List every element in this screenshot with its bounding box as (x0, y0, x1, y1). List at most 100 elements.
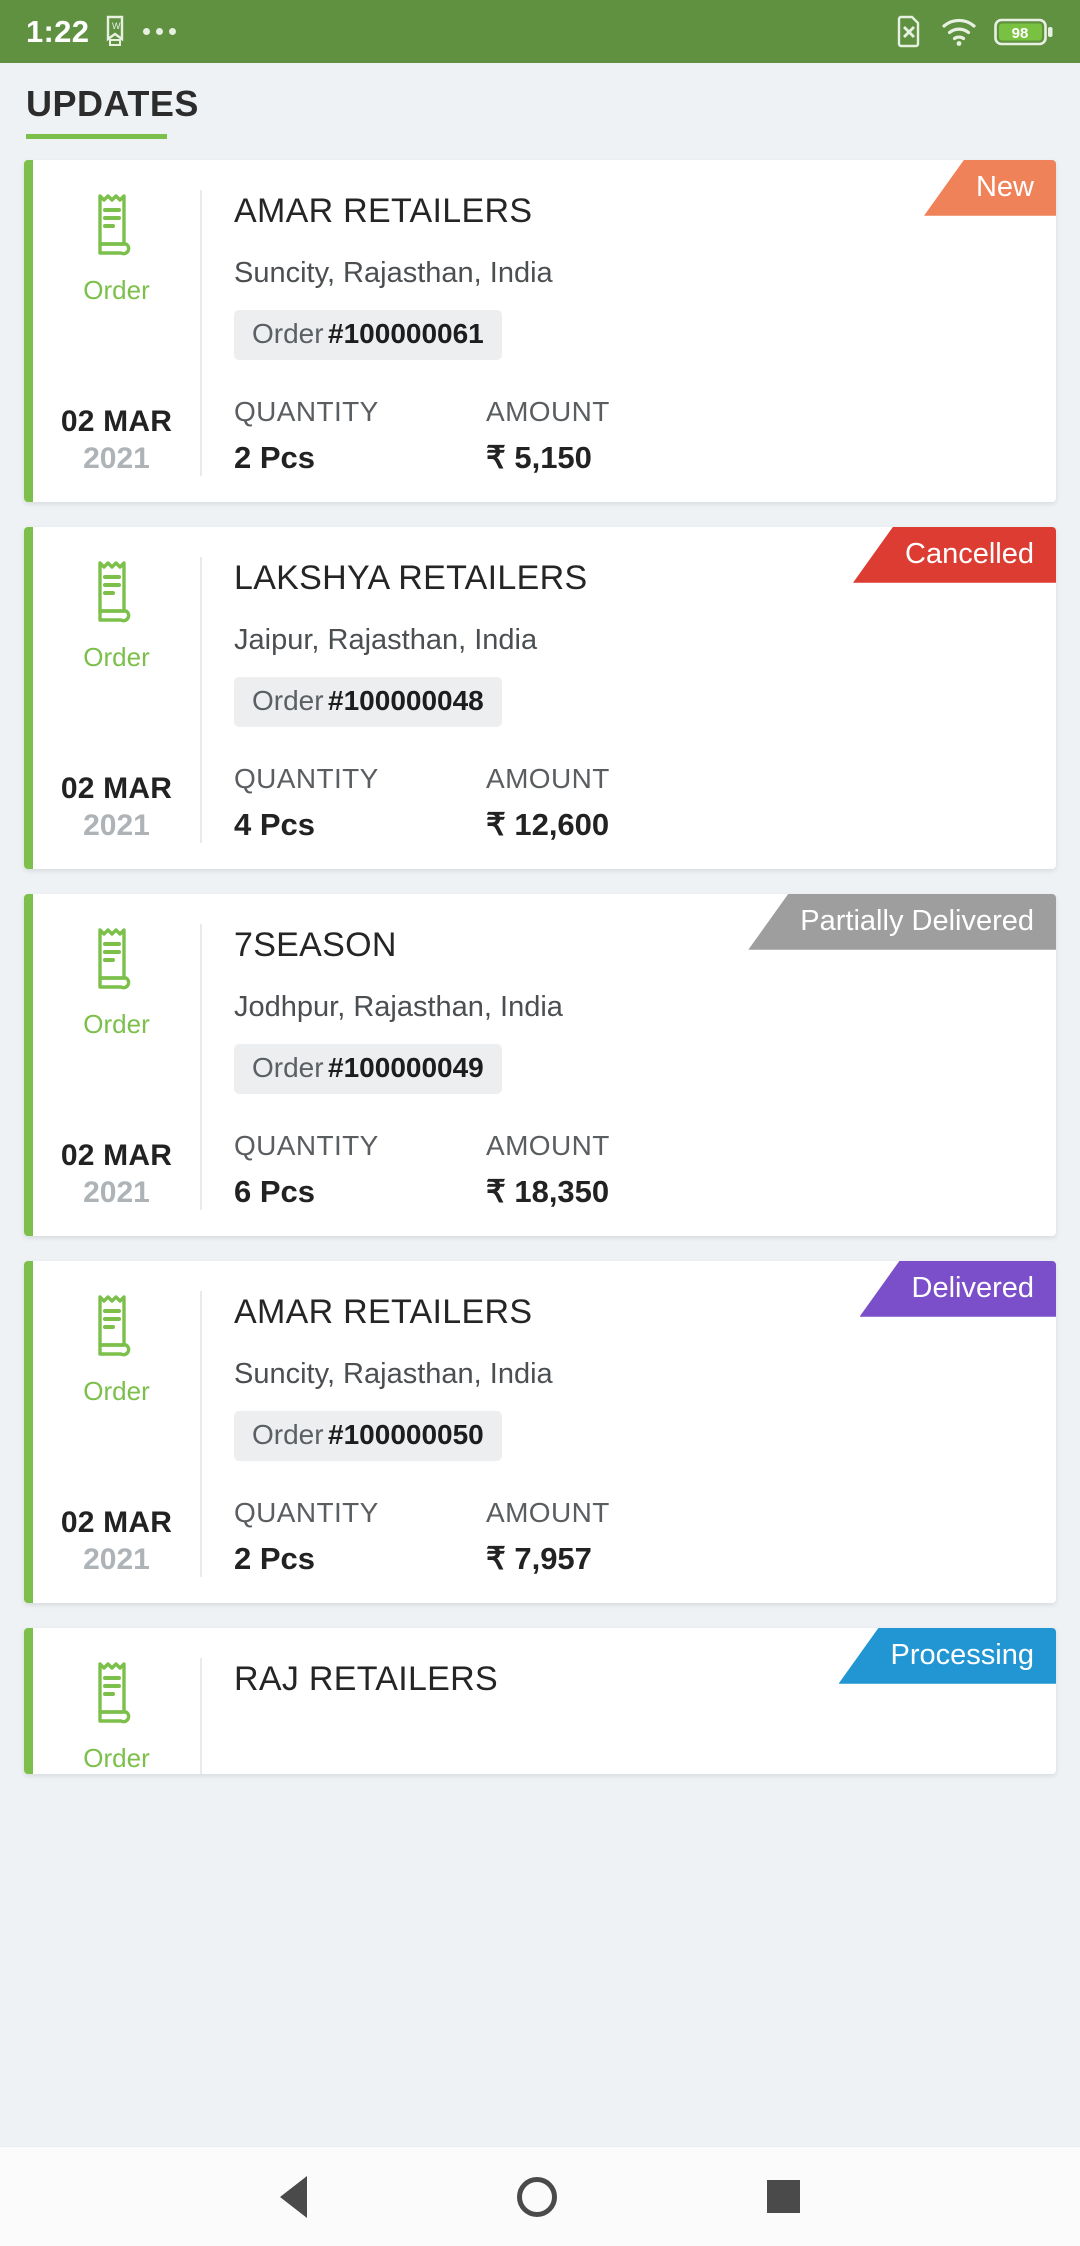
card-accent-bar (24, 1627, 33, 1774)
order-date: 02 MAR 2021 (61, 1089, 172, 1210)
quantity-metric: QUANTITY 2 Pcs (234, 396, 486, 476)
order-card[interactable]: Processing Order RAJ RETAILERS (24, 1627, 1056, 1774)
amount-label: AMOUNT (486, 395, 610, 427)
battery-level: 98 (1012, 25, 1029, 42)
shop-address: Jaipur, Rajasthan, India (234, 623, 538, 656)
scroll-area[interactable]: UPDATES New Order 02 MAR 2021 AMAR RETAI… (0, 63, 1080, 2146)
order-number-value: #100000048 (328, 684, 484, 716)
order-card[interactable]: New Order 02 MAR 2021 AMAR RETAILERS Sun… (24, 159, 1056, 502)
order-number-value: #100000050 (328, 1418, 484, 1450)
amount-metric: AMOUNT ₹ 7,957 (486, 1497, 738, 1577)
order-card[interactable]: Delivered Order 02 MAR 2021 AMAR RETAILE… (24, 1260, 1056, 1603)
amount-value: ₹ 7,957 (486, 1540, 592, 1576)
order-number-value: #100000061 (328, 317, 484, 349)
order-type-label: Order (83, 1742, 150, 1773)
order-metrics: QUANTITY 4 Pcs AMOUNT ₹ 12,600 (234, 763, 1032, 843)
card-right-column: 7SEASON Jodhpur, Rajasthan, India Order … (200, 923, 1056, 1210)
order-date-year: 2021 (83, 441, 150, 475)
order-metrics: QUANTITY 2 Pcs AMOUNT ₹ 5,150 (234, 396, 1032, 476)
battery-icon: 98 (994, 17, 1054, 47)
order-date-year: 2021 (83, 1175, 150, 1209)
back-icon[interactable] (280, 2175, 307, 2218)
order-type-label: Order (83, 641, 150, 672)
order-metrics: QUANTITY 2 Pcs AMOUNT ₹ 7,957 (234, 1497, 1032, 1577)
card-accent-bar (24, 526, 33, 869)
amount-label: AMOUNT (486, 1496, 610, 1528)
quantity-value: 2 Pcs (234, 439, 316, 475)
receipt-icon-wrap (88, 1291, 146, 1368)
order-metrics: QUANTITY 6 Pcs AMOUNT ₹ 18,350 (234, 1130, 1032, 1210)
card-accent-bar (24, 1260, 33, 1603)
shop-address: Jodhpur, Rajasthan, India (234, 990, 563, 1023)
card-accent-bar (24, 893, 33, 1236)
wifi-icon (941, 17, 977, 47)
amount-metric: AMOUNT ₹ 18,350 (486, 1130, 738, 1210)
card-left-column: Order 02 MAR 2021 (33, 924, 200, 1210)
order-date: 02 MAR 2021 (61, 355, 172, 476)
order-date-day: 02 MAR (60, 1138, 173, 1172)
order-number-chip[interactable]: Order #100000048 (234, 676, 502, 727)
receipt-icon (97, 928, 130, 990)
quantity-value: 2 Pcs (234, 1540, 316, 1576)
card-left-column: Order 02 MAR 2021 (33, 1291, 200, 1577)
order-number-chip[interactable]: Order #100000061 (234, 309, 502, 360)
shop-address: Suncity, Rajasthan, India (234, 256, 553, 289)
order-number-prefix: Order (252, 1051, 324, 1083)
card-right-column: AMAR RETAILERS Suncity, Rajasthan, India… (200, 1290, 1056, 1577)
order-number-chip[interactable]: Order #100000049 (234, 1043, 502, 1094)
card-body: Cancelled Order 02 MAR 2021 LAKSHYA RETA… (33, 526, 1056, 869)
order-date-day: 02 MAR (60, 404, 173, 438)
quantity-metric: QUANTITY 6 Pcs (234, 1130, 486, 1210)
receipt-icon (97, 561, 130, 623)
shop-name: AMAR RETAILERS (234, 191, 533, 230)
order-card[interactable]: Partially Delivered Order 02 MAR 2021 7S… (24, 893, 1056, 1236)
order-type-label: Order (83, 1375, 150, 1406)
card-left-column: Order (33, 1658, 200, 1774)
quantity-metric: QUANTITY 4 Pcs (234, 763, 486, 843)
status-bar-right: 98 (894, 14, 1054, 50)
card-content: Order 02 MAR 2021 AMAR RETAILERS Suncity… (33, 160, 1056, 502)
no-sim-icon (894, 14, 924, 50)
order-number-prefix: Order (252, 684, 324, 716)
receipt-icon (97, 194, 130, 256)
receipt-icon (97, 1295, 130, 1357)
amount-value: ₹ 18,350 (486, 1173, 610, 1209)
status-time: 1:22 (26, 13, 90, 49)
order-date-year: 2021 (83, 1542, 150, 1576)
order-number-prefix: Order (252, 1418, 324, 1450)
status-bar: 1:22 W 98 (0, 0, 1080, 63)
updates-list[interactable]: New Order 02 MAR 2021 AMAR RETAILERS Sun… (0, 139, 1080, 1774)
quantity-label: QUANTITY (234, 762, 379, 794)
quantity-metric: QUANTITY 2 Pcs (234, 1497, 486, 1577)
order-date-year: 2021 (83, 808, 150, 842)
quantity-value: 6 Pcs (234, 1173, 316, 1209)
amount-value: ₹ 12,600 (486, 806, 610, 842)
bookmark-icon: W (103, 15, 129, 49)
recents-icon[interactable] (767, 2180, 800, 2213)
page-header: UPDATES (0, 63, 1080, 139)
order-number-chip[interactable]: Order #100000050 (234, 1410, 502, 1461)
system-navigation-bar (0, 2146, 1080, 2246)
card-accent-bar (24, 159, 33, 502)
order-date-day: 02 MAR (60, 771, 173, 805)
card-right-column: AMAR RETAILERS Suncity, Rajasthan, India… (200, 189, 1056, 476)
quantity-label: QUANTITY (234, 1129, 379, 1161)
order-type-label: Order (83, 274, 150, 305)
card-right-column: LAKSHYA RETAILERS Jaipur, Rajasthan, Ind… (200, 556, 1056, 843)
amount-label: AMOUNT (486, 1129, 610, 1161)
amount-metric: AMOUNT ₹ 12,600 (486, 763, 738, 843)
order-card[interactable]: Cancelled Order 02 MAR 2021 LAKSHYA RETA… (24, 526, 1056, 869)
order-number-value: #100000049 (328, 1051, 484, 1083)
home-icon[interactable] (517, 2176, 557, 2217)
receipt-icon-wrap (88, 1658, 146, 1735)
card-body: Partially Delivered Order 02 MAR 2021 7S… (33, 893, 1056, 1236)
amount-label: AMOUNT (486, 762, 610, 794)
order-date: 02 MAR 2021 (61, 722, 172, 843)
amount-value: ₹ 5,150 (486, 439, 592, 475)
card-body: Processing Order RAJ RETAILERS (33, 1627, 1056, 1774)
order-type-label: Order (83, 1008, 150, 1039)
receipt-icon-wrap (88, 190, 146, 267)
shop-address: Suncity, Rajasthan, India (234, 1357, 553, 1390)
receipt-icon (97, 1662, 130, 1724)
order-date: 02 MAR 2021 (61, 1456, 172, 1577)
